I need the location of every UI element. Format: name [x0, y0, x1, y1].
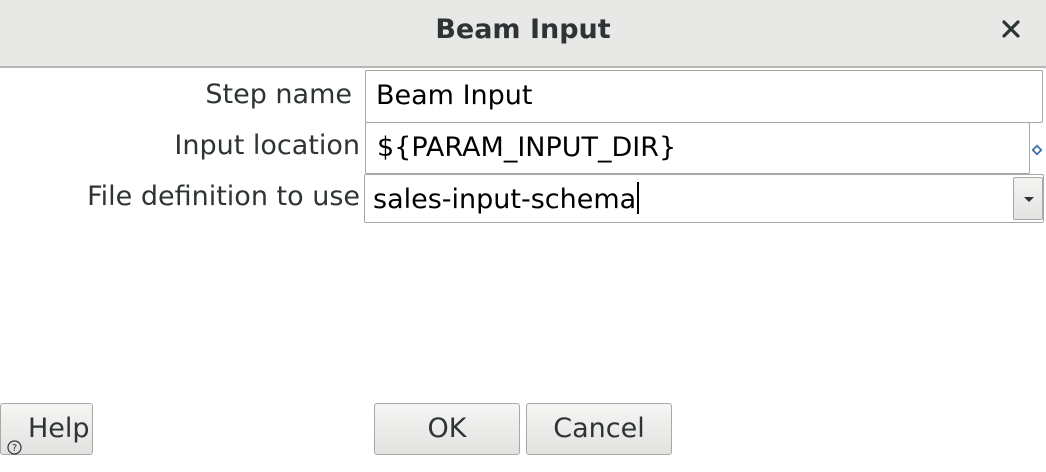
variable-diamond-icon[interactable] [1031, 141, 1043, 156]
file-definition-label: File definition to use [87, 181, 360, 212]
cancel-button[interactable]: Cancel [526, 403, 672, 455]
dialog-title: Beam Input [435, 14, 611, 45]
ok-button[interactable]: OK [374, 403, 520, 455]
dialog-titlebar: Beam Input [0, 0, 1046, 68]
help-button[interactable]: ? Help [0, 403, 93, 455]
chevron-down-icon [1024, 197, 1034, 202]
step-name-input[interactable]: Beam Input [365, 70, 1043, 123]
input-location-input[interactable]: ${PARAM_INPUT_DIR} [365, 122, 1030, 174]
close-icon[interactable] [994, 12, 1030, 48]
help-button-label: Help [28, 413, 90, 444]
help-icon: ? [7, 422, 22, 455]
file-definition-value: sales-input-schema [373, 184, 637, 215]
text-caret [637, 182, 640, 214]
input-location-value: ${PARAM_INPUT_DIR} [377, 132, 677, 163]
svg-text:?: ? [12, 443, 17, 454]
step-name-label: Step name [205, 79, 352, 110]
step-name-value: Beam Input [376, 80, 533, 111]
file-definition-combo[interactable]: sales-input-schema [364, 174, 1044, 223]
input-location-label: Input location [174, 130, 360, 161]
file-definition-dropdown-button[interactable] [1013, 177, 1043, 220]
